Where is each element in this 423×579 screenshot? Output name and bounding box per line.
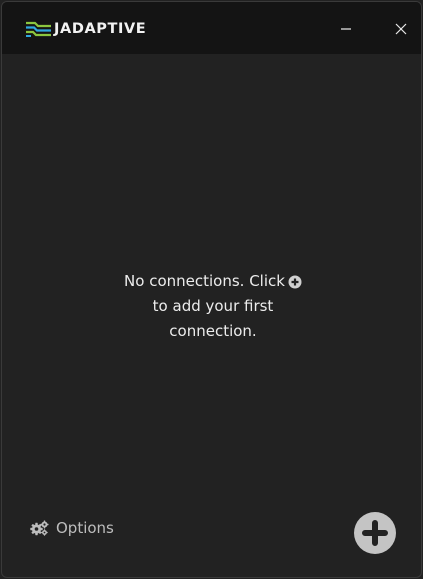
options-label: Options bbox=[56, 519, 114, 537]
add-connection-button[interactable] bbox=[354, 512, 396, 554]
empty-state-line-1: No connections. Click bbox=[102, 269, 324, 294]
add-icon bbox=[362, 520, 388, 546]
empty-state-line-3: connection. bbox=[169, 322, 257, 340]
minimize-button[interactable] bbox=[333, 16, 359, 42]
jadaptive-logo-mark-icon bbox=[26, 21, 51, 37]
close-icon bbox=[395, 23, 407, 35]
gears-icon bbox=[30, 520, 49, 536]
title-bar[interactable]: JADAPTIVE bbox=[2, 2, 421, 54]
empty-state-line-2: to add your first bbox=[152, 297, 274, 315]
empty-state-message: No connections. Click to add your first … bbox=[102, 269, 324, 344]
add-circle-icon[interactable] bbox=[288, 275, 302, 289]
options-button[interactable]: Options bbox=[30, 517, 114, 539]
close-button[interactable] bbox=[388, 16, 414, 42]
jadaptive-logo: JADAPTIVE bbox=[25, 19, 146, 39]
minimize-icon bbox=[341, 28, 351, 30]
brand-name: JADAPTIVE bbox=[54, 21, 147, 37]
app-window: JADAPTIVE No connections. Click to add y… bbox=[1, 1, 422, 578]
empty-state-text-1: No connections. Click bbox=[124, 272, 285, 290]
